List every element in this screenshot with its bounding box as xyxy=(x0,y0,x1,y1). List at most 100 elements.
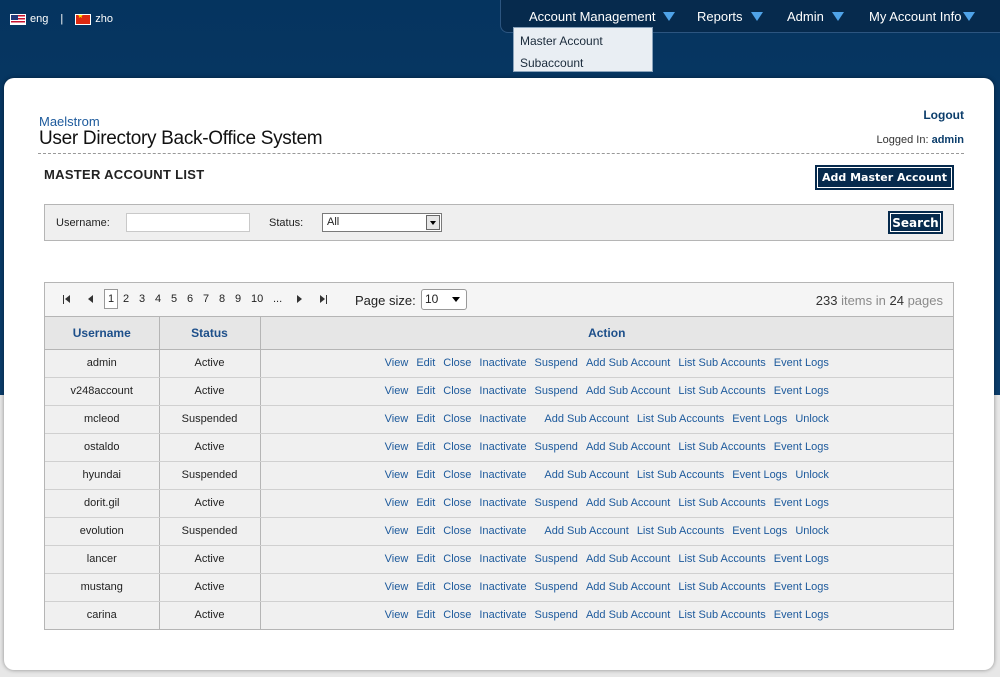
action-view-link[interactable]: View xyxy=(385,357,409,369)
action-view-link[interactable]: View xyxy=(385,469,409,481)
page-1[interactable]: 1 xyxy=(104,289,119,309)
action-close-link[interactable]: Close xyxy=(443,581,471,593)
action-list-sub-accounts-link[interactable]: List Sub Accounts xyxy=(678,581,765,593)
nav-account-management[interactable]: Account Management xyxy=(529,9,676,24)
action-add-sub-account-link[interactable]: Add Sub Account xyxy=(586,497,670,509)
action-edit-link[interactable]: Edit xyxy=(416,609,435,621)
action-event-logs-link[interactable]: Event Logs xyxy=(732,469,787,481)
action-suspend-link[interactable]: Suspend xyxy=(535,581,578,593)
action-unlock-link[interactable]: Unlock xyxy=(795,413,829,425)
action-list-sub-accounts-link[interactable]: List Sub Accounts xyxy=(637,525,724,537)
action-suspend-link[interactable]: Suspend xyxy=(535,385,578,397)
action-event-logs-link[interactable]: Event Logs xyxy=(732,525,787,537)
last-page-icon[interactable] xyxy=(320,295,328,305)
previous-page-icon[interactable] xyxy=(87,295,95,305)
action-view-link[interactable]: View xyxy=(385,385,409,397)
action-view-link[interactable]: View xyxy=(385,413,409,425)
action-edit-link[interactable]: Edit xyxy=(416,497,435,509)
page-7[interactable]: 7 xyxy=(203,293,209,305)
action-list-sub-accounts-link[interactable]: List Sub Accounts xyxy=(678,553,765,565)
page-9[interactable]: 9 xyxy=(235,293,241,305)
nav-my-account-info[interactable]: My Account Info xyxy=(869,9,975,24)
lang-zho-link[interactable]: zho xyxy=(95,13,113,25)
action-edit-link[interactable]: Edit xyxy=(416,525,435,537)
action-inactivate-link[interactable]: Inactivate xyxy=(479,581,526,593)
action-close-link[interactable]: Close xyxy=(443,357,471,369)
action-add-sub-account-link[interactable]: Add Sub Account xyxy=(544,413,628,425)
action-suspend-link[interactable]: Suspend xyxy=(535,609,578,621)
action-event-logs-link[interactable]: Event Logs xyxy=(732,413,787,425)
action-suspend-link[interactable]: Suspend xyxy=(535,497,578,509)
action-edit-link[interactable]: Edit xyxy=(416,441,435,453)
column-username[interactable]: Username xyxy=(45,317,160,350)
username-input[interactable] xyxy=(126,213,250,232)
action-event-logs-link[interactable]: Event Logs xyxy=(774,609,829,621)
action-event-logs-link[interactable]: Event Logs xyxy=(774,357,829,369)
logout-link[interactable]: Logout xyxy=(923,108,964,122)
logged-in-user[interactable]: admin xyxy=(932,134,964,146)
action-suspend-link[interactable]: Suspend xyxy=(535,553,578,565)
action-view-link[interactable]: View xyxy=(385,525,409,537)
status-select[interactable]: All xyxy=(322,213,442,232)
action-close-link[interactable]: Close xyxy=(443,553,471,565)
action-edit-link[interactable]: Edit xyxy=(416,413,435,425)
action-unlock-link[interactable]: Unlock xyxy=(795,525,829,537)
chevron-down-icon[interactable] xyxy=(426,215,440,230)
page-size-select[interactable]: 10 xyxy=(421,289,467,310)
page-2[interactable]: 2 xyxy=(123,293,129,305)
page-6[interactable]: 6 xyxy=(187,293,193,305)
action-edit-link[interactable]: Edit xyxy=(416,553,435,565)
page-10[interactable]: 10 xyxy=(251,293,263,305)
action-view-link[interactable]: View xyxy=(385,497,409,509)
action-event-logs-link[interactable]: Event Logs xyxy=(774,553,829,565)
action-inactivate-link[interactable]: Inactivate xyxy=(479,413,526,425)
action-close-link[interactable]: Close xyxy=(443,497,471,509)
action-edit-link[interactable]: Edit xyxy=(416,581,435,593)
action-close-link[interactable]: Close xyxy=(443,525,471,537)
nav-reports[interactable]: Reports xyxy=(697,9,763,24)
action-inactivate-link[interactable]: Inactivate xyxy=(479,357,526,369)
search-button[interactable]: Search xyxy=(888,211,943,234)
action-list-sub-accounts-link[interactable]: List Sub Accounts xyxy=(678,441,765,453)
action-list-sub-accounts-link[interactable]: List Sub Accounts xyxy=(678,497,765,509)
action-add-sub-account-link[interactable]: Add Sub Account xyxy=(544,469,628,481)
page-3[interactable]: 3 xyxy=(139,293,145,305)
action-list-sub-accounts-link[interactable]: List Sub Accounts xyxy=(637,413,724,425)
action-inactivate-link[interactable]: Inactivate xyxy=(479,497,526,509)
action-add-sub-account-link[interactable]: Add Sub Account xyxy=(586,553,670,565)
action-add-sub-account-link[interactable]: Add Sub Account xyxy=(586,441,670,453)
action-edit-link[interactable]: Edit xyxy=(416,385,435,397)
action-inactivate-link[interactable]: Inactivate xyxy=(479,385,526,397)
action-add-sub-account-link[interactable]: Add Sub Account xyxy=(586,385,670,397)
action-view-link[interactable]: View xyxy=(385,441,409,453)
action-inactivate-link[interactable]: Inactivate xyxy=(479,525,526,537)
first-page-icon[interactable] xyxy=(63,295,71,305)
action-event-logs-link[interactable]: Event Logs xyxy=(774,581,829,593)
action-add-sub-account-link[interactable]: Add Sub Account xyxy=(586,609,670,621)
action-edit-link[interactable]: Edit xyxy=(416,357,435,369)
action-list-sub-accounts-link[interactable]: List Sub Accounts xyxy=(637,469,724,481)
action-close-link[interactable]: Close xyxy=(443,441,471,453)
action-inactivate-link[interactable]: Inactivate xyxy=(479,553,526,565)
action-event-logs-link[interactable]: Event Logs xyxy=(774,441,829,453)
page-4[interactable]: 4 xyxy=(155,293,161,305)
action-view-link[interactable]: View xyxy=(385,609,409,621)
action-unlock-link[interactable]: Unlock xyxy=(795,469,829,481)
action-inactivate-link[interactable]: Inactivate xyxy=(479,609,526,621)
action-add-sub-account-link[interactable]: Add Sub Account xyxy=(586,357,670,369)
lang-eng-link[interactable]: eng xyxy=(30,13,48,25)
menu-item-subaccount[interactable]: Subaccount xyxy=(514,53,652,75)
action-list-sub-accounts-link[interactable]: List Sub Accounts xyxy=(678,357,765,369)
action-close-link[interactable]: Close xyxy=(443,385,471,397)
action-list-sub-accounts-link[interactable]: List Sub Accounts xyxy=(678,385,765,397)
action-view-link[interactable]: View xyxy=(385,581,409,593)
next-page-icon[interactable] xyxy=(296,295,304,305)
action-event-logs-link[interactable]: Event Logs xyxy=(774,497,829,509)
menu-item-master-account[interactable]: Master Account xyxy=(514,31,652,53)
action-add-sub-account-link[interactable]: Add Sub Account xyxy=(586,581,670,593)
action-inactivate-link[interactable]: Inactivate xyxy=(479,441,526,453)
action-suspend-link[interactable]: Suspend xyxy=(535,441,578,453)
page-more[interactable]: ... xyxy=(273,293,282,305)
action-suspend-link[interactable]: Suspend xyxy=(535,357,578,369)
action-list-sub-accounts-link[interactable]: List Sub Accounts xyxy=(678,609,765,621)
